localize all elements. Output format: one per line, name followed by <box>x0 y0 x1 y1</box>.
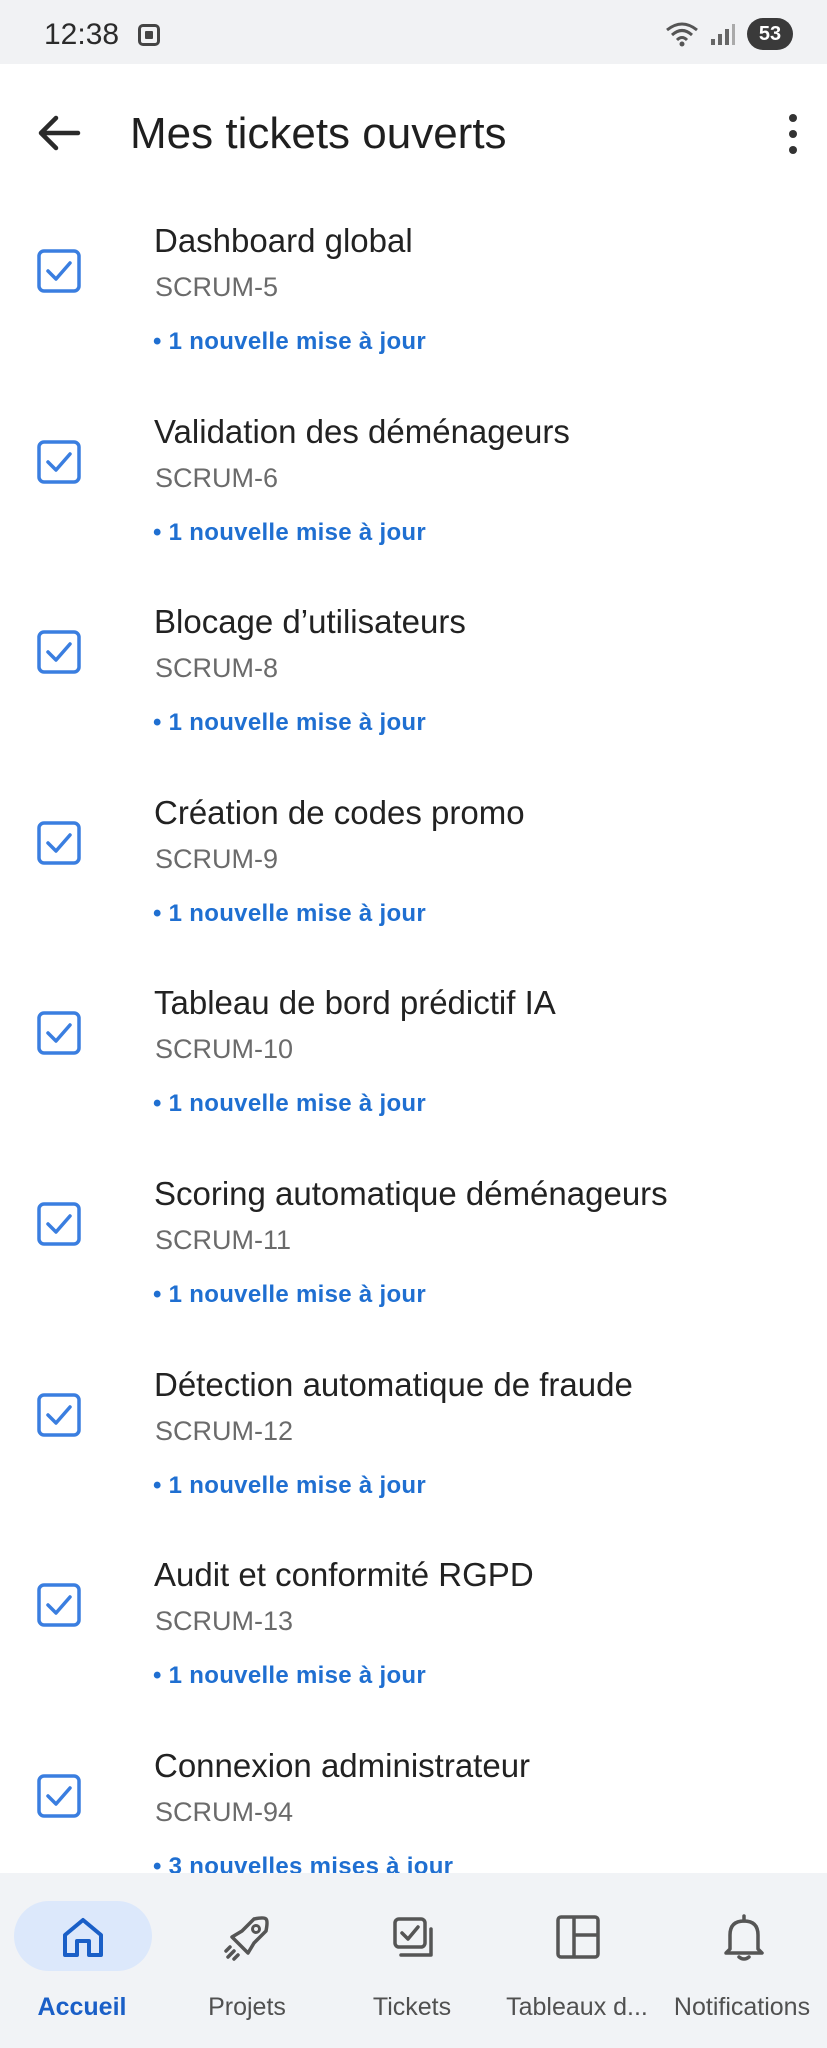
checkbox-icon <box>37 1774 81 1818</box>
app-bar: Mes tickets ouverts <box>0 64 827 204</box>
update-badge: • 1 nouvelle mise à jour <box>153 1280 427 1308</box>
nav-item-projects[interactable]: Projets <box>165 1873 330 2048</box>
board-icon <box>556 1915 600 1959</box>
list-item[interactable]: Validation des déménageurs SCRUM-6 • 1 n… <box>0 391 827 582</box>
checkbox-icon <box>37 1202 81 1246</box>
page-title: Mes tickets ouverts <box>130 109 507 158</box>
checkbox-icon <box>37 1011 81 1056</box>
update-badge: • 1 nouvelle mise à jour <box>153 1662 427 1690</box>
ticket-key: SCRUM-9 <box>155 843 279 874</box>
nav-item-home[interactable]: Accueil <box>0 1873 165 2048</box>
update-badge: • 1 nouvelle mise à jour <box>153 1090 427 1118</box>
nav-label: Notifications <box>673 1993 811 2021</box>
bottom-navigation: Accueil Projets Tickets Tableaux d... No… <box>0 1873 827 2048</box>
nav-label: Tableaux d... <box>506 1993 648 2021</box>
status-time: 12:38 <box>44 18 120 51</box>
list-item[interactable]: Audit et conformité RGPD SCRUM-13 • 1 no… <box>0 1534 827 1725</box>
ticket-title: Tableau de bord prédictif IA <box>154 984 556 1022</box>
ticket-key: SCRUM-10 <box>155 1034 294 1065</box>
more-options-icon[interactable] <box>771 104 815 164</box>
back-arrow-icon[interactable] <box>30 110 90 156</box>
list-item[interactable]: Tableau de bord prédictif IA SCRUM-10 • … <box>0 962 827 1153</box>
nav-label: Tickets <box>372 1993 452 2021</box>
status-indicators: 53 <box>665 18 793 50</box>
ticket-key: SCRUM-12 <box>155 1415 294 1446</box>
list-item[interactable]: Détection automatique de fraude SCRUM-12… <box>0 1344 827 1535</box>
nav-label: Accueil <box>37 1993 127 2021</box>
nav-item-tickets[interactable]: Tickets <box>330 1873 495 2048</box>
ticket-title: Connexion administrateur <box>154 1746 531 1784</box>
nav-item-boards[interactable]: Tableaux d... <box>495 1873 660 2048</box>
ticket-list: Dashboard global SCRUM-5 • 1 nouvelle mi… <box>0 200 827 1873</box>
ticket-key: SCRUM-8 <box>155 653 279 684</box>
screen-record-icon <box>138 24 160 46</box>
ticket-title: Détection automatique de fraude <box>154 1365 633 1403</box>
ticket-title: Audit et conformité RGPD <box>154 1556 534 1594</box>
update-badge: • 1 nouvelle mise à jour <box>153 899 427 927</box>
status-bar: 12:38 53 <box>0 0 827 64</box>
rocket-icon <box>224 1916 269 1961</box>
ticket-title: Validation des déménageurs <box>154 412 570 450</box>
ticket-key: SCRUM-11 <box>155 1224 292 1255</box>
wifi-icon <box>666 22 698 47</box>
bell-icon <box>724 1914 764 1961</box>
nav-label: Projets <box>208 1993 286 2021</box>
ticket-key: SCRUM-5 <box>155 272 279 302</box>
list-item[interactable]: Dashboard global SCRUM-5 • 1 nouvelle mi… <box>0 200 827 391</box>
tickets-icon <box>393 1917 433 1957</box>
update-badge: • 3 nouvelles mises à jour <box>153 1852 454 1873</box>
signal-icon <box>711 24 735 45</box>
ticket-title: Blocage d’utilisateurs <box>154 603 466 641</box>
ticket-key: SCRUM-94 <box>155 1796 294 1827</box>
checkbox-icon <box>37 1583 81 1627</box>
home-icon <box>63 1918 103 1957</box>
list-item[interactable]: Scoring automatique déménageurs SCRUM-11… <box>0 1153 827 1344</box>
checkbox-icon <box>37 249 81 293</box>
nav-item-notifications[interactable]: Notifications <box>660 1873 827 2048</box>
update-badge: • 1 nouvelle mise à jour <box>153 518 427 546</box>
update-badge: • 1 nouvelle mise à jour <box>153 328 427 355</box>
update-badge: • 1 nouvelle mise à jour <box>153 1471 427 1499</box>
update-badge: • 1 nouvelle mise à jour <box>153 709 427 737</box>
ticket-title: Dashboard global <box>154 222 413 259</box>
ticket-key: SCRUM-6 <box>155 462 279 493</box>
ticket-title: Scoring automatique déménageurs <box>154 1174 668 1212</box>
checkbox-icon <box>37 630 81 674</box>
checkbox-icon <box>37 439 81 484</box>
list-item[interactable]: Connexion administrateur SCRUM-94 • 3 no… <box>0 1725 827 1873</box>
list-item[interactable]: Création de codes promo SCRUM-9 • 1 nouv… <box>0 772 827 963</box>
checkbox-icon <box>37 821 81 865</box>
list-item[interactable]: Blocage d’utilisateurs SCRUM-8 • 1 nouve… <box>0 581 827 772</box>
ticket-key: SCRUM-13 <box>155 1606 294 1637</box>
battery-indicator: 53 <box>747 18 793 50</box>
ticket-title: Création de codes promo <box>154 793 525 831</box>
checkbox-icon <box>37 1392 81 1437</box>
